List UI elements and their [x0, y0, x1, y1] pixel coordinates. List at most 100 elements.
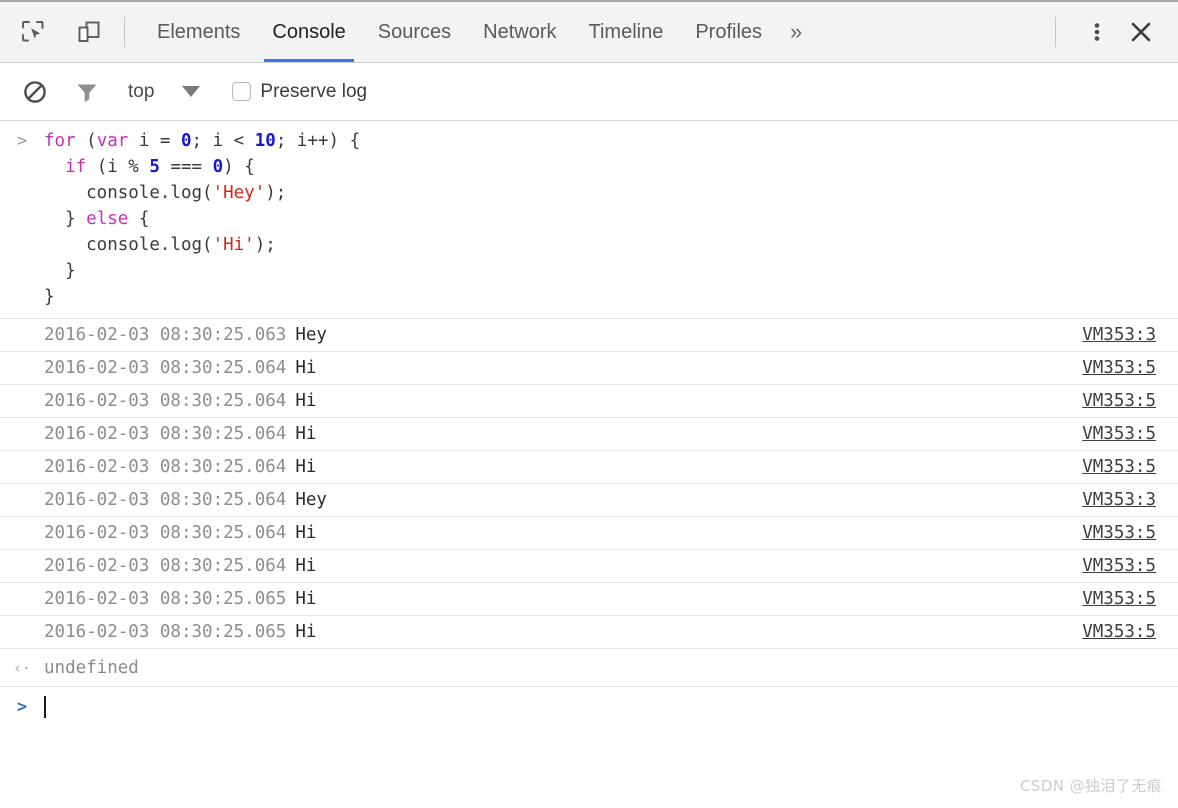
console-log-row: 2016-02-03 08:30:25.065HiVM353:5	[0, 616, 1178, 649]
preserve-log-toggle[interactable]: Preserve log	[232, 81, 367, 103]
code-token: ) {	[223, 157, 255, 177]
console-filterbar: top Preserve log	[0, 63, 1178, 121]
more-tabs-icon[interactable]: »	[778, 2, 814, 62]
log-message: Hi	[295, 457, 316, 477]
toolbar-divider	[124, 17, 125, 47]
console-log-row: 2016-02-03 08:30:25.065 Hi VM353:5	[0, 583, 1178, 616]
tabbar-spacer	[814, 2, 1039, 62]
more-tabs-label: »	[790, 19, 802, 45]
code-token: ; i <	[192, 131, 255, 151]
devtools-window: Elements Console Sources Network Timelin…	[0, 0, 1178, 808]
code-token: var	[97, 131, 129, 151]
device-toolbar-icon[interactable]	[70, 13, 108, 51]
log-timestamp: 2016-02-03 08:30:25.064	[44, 391, 286, 411]
tab-console-label: Console	[272, 21, 345, 44]
watermark: CSDN @独泪了无痕	[1020, 775, 1162, 796]
result-value: undefined	[44, 658, 139, 678]
console-log-row: 2016-02-03 08:30:25.064 Hey VM353:3	[0, 484, 1178, 517]
log-message: Hi	[295, 556, 316, 576]
tab-network-label: Network	[483, 21, 556, 44]
code-token: i =	[128, 131, 181, 151]
log-message: Hi	[295, 424, 316, 444]
log-message: Hey	[295, 325, 327, 345]
log-source-link[interactable]: VM353:5	[1082, 391, 1156, 411]
tab-timeline-label: Timeline	[589, 21, 664, 44]
log-message: Hi	[295, 358, 316, 378]
code-token: }	[44, 261, 76, 281]
tab-timeline[interactable]: Timeline	[573, 2, 680, 62]
log-source-link[interactable]: VM353:5	[1082, 589, 1156, 609]
code-token: 10	[255, 131, 276, 151]
text-cursor	[44, 696, 46, 718]
devtools-tabbar: Elements Console Sources Network Timelin…	[0, 2, 1178, 63]
console-log-row: 2016-02-03 08:30:25.064HiVM353:5	[0, 418, 1178, 451]
tab-sources-label: Sources	[378, 21, 451, 44]
code-token: );	[265, 183, 286, 203]
code-token: console.log(	[44, 183, 213, 203]
execution-context-value[interactable]: top	[128, 81, 154, 103]
preserve-log-checkbox[interactable]	[232, 82, 251, 101]
tabbar-actions	[1039, 2, 1178, 62]
log-timestamp: 2016-02-03 08:30:25.064	[44, 490, 286, 510]
command-source-code[interactable]: for (var i = 0; i < 10; i++) { if (i % 5…	[44, 128, 1178, 310]
log-timestamp: 2016-02-03 08:30:25.065	[44, 589, 286, 609]
chevron-down-icon[interactable]	[182, 86, 200, 97]
tab-console[interactable]: Console	[256, 2, 361, 62]
code-token: else	[86, 209, 128, 229]
three-dots-menu-icon[interactable]	[1078, 13, 1116, 51]
close-icon[interactable]	[1122, 13, 1160, 51]
log-timestamp: 2016-02-03 08:30:25.064	[44, 523, 286, 543]
log-message: Hi	[295, 589, 316, 609]
clear-console-icon[interactable]	[16, 73, 54, 111]
code-token: {	[128, 209, 149, 229]
result-arrow-icon: ‹·	[0, 659, 44, 677]
log-source-link[interactable]: VM353:3	[1082, 325, 1156, 345]
log-source-link[interactable]: VM353:3	[1082, 490, 1156, 510]
log-timestamp: 2016-02-03 08:30:25.065	[44, 622, 286, 642]
code-token: if	[65, 157, 86, 177]
code-token: console.log(	[44, 235, 213, 255]
code-token: ===	[160, 157, 213, 177]
code-token: 5	[149, 157, 160, 177]
console-log-row: 2016-02-03 08:30:25.064 Hi VM353:5	[0, 451, 1178, 484]
log-message: Hey	[295, 490, 327, 510]
tab-profiles-label: Profiles	[695, 21, 762, 44]
tabbar-actions-divider	[1055, 17, 1056, 47]
log-source-link[interactable]: VM353:5	[1082, 556, 1156, 576]
code-token: (	[76, 131, 97, 151]
console-log-row: 2016-02-03 08:30:25.064 Hi VM353:5	[0, 385, 1178, 418]
console-log-row: 2016-02-03 08:30:25.064 Hi VM353:5	[0, 550, 1178, 583]
command-prompt-symbol: >	[0, 128, 44, 310]
log-message: Hi	[295, 391, 316, 411]
console-log-row: 2016-02-03 08:30:25.064HiVM353:5	[0, 517, 1178, 550]
input-prompt-symbol: >	[0, 697, 44, 717]
log-source-link[interactable]: VM353:5	[1082, 622, 1156, 642]
log-source-link[interactable]: VM353:5	[1082, 424, 1156, 444]
tab-sources[interactable]: Sources	[362, 2, 467, 62]
tab-elements[interactable]: Elements	[141, 2, 256, 62]
log-source-link[interactable]: VM353:5	[1082, 523, 1156, 543]
filter-funnel-icon[interactable]	[68, 73, 106, 111]
code-token: (i %	[86, 157, 149, 177]
log-source-link[interactable]: VM353:5	[1082, 358, 1156, 378]
code-token: for	[44, 131, 76, 151]
log-timestamp: 2016-02-03 08:30:25.064	[44, 457, 286, 477]
code-token	[44, 157, 65, 177]
code-token: 'Hey'	[213, 183, 266, 203]
console-log-list: 2016-02-03 08:30:25.063HeyVM353:32016-02…	[0, 319, 1178, 649]
console-log-row: 2016-02-03 08:30:25.064 Hi VM353:5	[0, 352, 1178, 385]
tab-elements-label: Elements	[157, 21, 240, 44]
code-token: 0	[181, 131, 192, 151]
console-body: > for (var i = 0; i < 10; i++) { if (i %…	[0, 121, 1178, 727]
preserve-log-label: Preserve log	[260, 81, 367, 103]
log-timestamp: 2016-02-03 08:30:25.064	[44, 556, 286, 576]
code-token: }	[44, 209, 86, 229]
code-token: ; i++) {	[276, 131, 360, 151]
tab-network[interactable]: Network	[467, 2, 572, 62]
console-input-row[interactable]: >	[0, 687, 1178, 727]
log-timestamp: 2016-02-03 08:30:25.064	[44, 358, 286, 378]
log-source-link[interactable]: VM353:5	[1082, 457, 1156, 477]
tab-profiles[interactable]: Profiles	[679, 2, 778, 62]
code-token: 'Hi'	[213, 235, 255, 255]
inspect-element-icon[interactable]	[14, 13, 52, 51]
